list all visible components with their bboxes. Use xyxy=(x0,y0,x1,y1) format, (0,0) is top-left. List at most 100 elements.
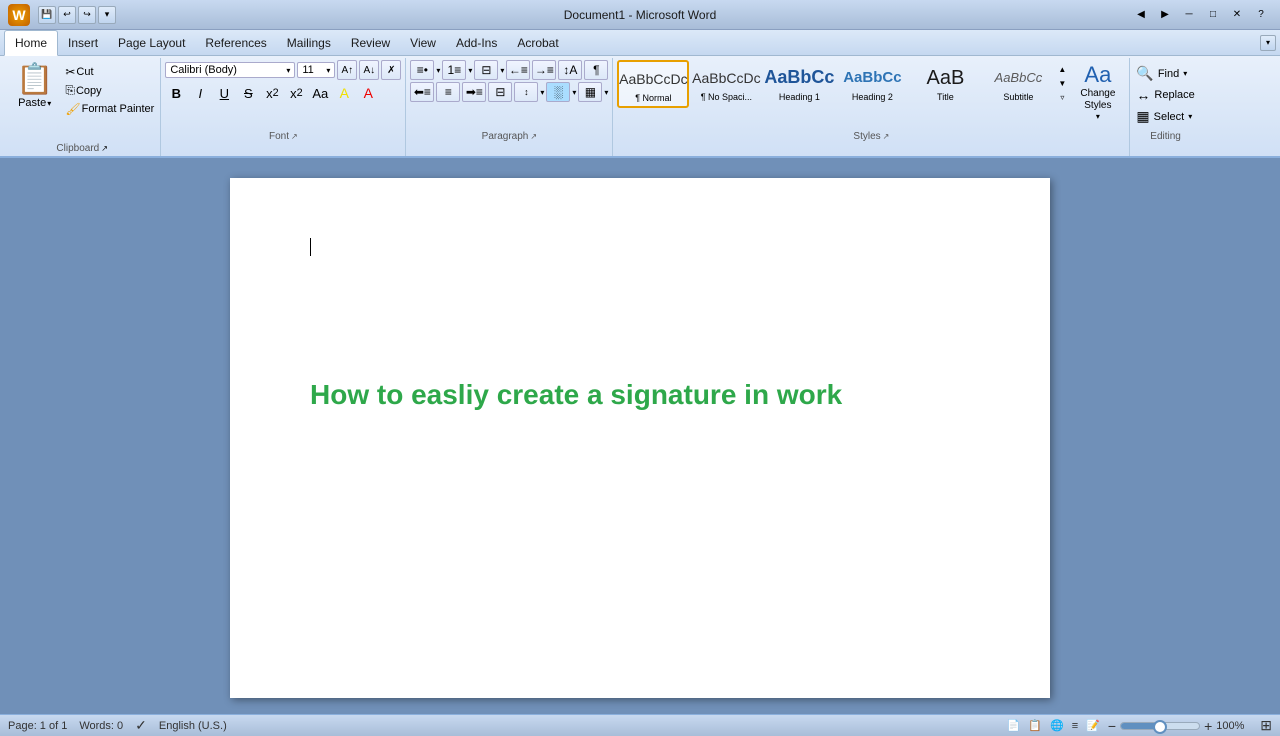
paste-button[interactable]: 📋 Paste ▾ xyxy=(8,60,61,111)
document-page[interactable]: How to easliy create a signature in work xyxy=(230,178,1050,698)
multilevel-dropdown[interactable]: ▾ xyxy=(500,66,504,75)
font-name-value: Calibri (Body) xyxy=(170,64,237,76)
decrease-indent-button[interactable]: ←≡ xyxy=(506,60,530,80)
styles-scroll-up[interactable]: ▲ xyxy=(1055,62,1069,76)
style-normal[interactable]: AaBbCcDc ¶ Normal xyxy=(617,60,689,108)
justify-button[interactable]: ⊟ xyxy=(488,82,512,102)
zoom-level[interactable]: 100% xyxy=(1216,720,1252,732)
style-normal-preview: AaBbCcDc xyxy=(619,65,687,93)
font-name-dropdown[interactable]: ▾ xyxy=(286,66,290,75)
spell-check-icon[interactable]: ✓ xyxy=(135,717,147,734)
font-size-selector[interactable]: 11 ▾ xyxy=(297,62,335,78)
view-outline-icon[interactable]: ≡ xyxy=(1072,720,1078,732)
style-title[interactable]: AaB Title xyxy=(909,60,981,106)
shading-dropdown[interactable]: ▾ xyxy=(572,88,576,97)
minimize-button[interactable]: ─ xyxy=(1178,7,1200,23)
style-subtitle[interactable]: AaBbCc Subtitle xyxy=(982,60,1054,106)
strikethrough-button[interactable]: S xyxy=(237,83,259,103)
clipboard-expand-icon[interactable]: ↗ xyxy=(101,144,108,153)
ribbon: 📋 Paste ▾ ✂ Cut ⎘ Copy 🖌 Format Painter xyxy=(0,56,1280,158)
style-heading1[interactable]: AaBbCc Heading 1 xyxy=(763,60,835,106)
menu-home[interactable]: Home xyxy=(4,30,58,56)
zoom-handle[interactable] xyxy=(1153,720,1167,734)
numbering-button[interactable]: 1≡ xyxy=(442,60,466,80)
replace-button[interactable]: ↔ Replace xyxy=(1134,86,1196,104)
maximize-button[interactable]: □ xyxy=(1202,7,1224,23)
borders-button[interactable]: ▦ xyxy=(578,82,602,102)
style-no-spacing[interactable]: AaBbCcDc ¶ No Spaci... xyxy=(690,60,762,106)
save-button[interactable]: 💾 xyxy=(38,6,56,24)
style-heading2[interactable]: AaBbCc Heading 2 xyxy=(836,60,908,106)
paragraph-row2: ⬅≡ ≡ ➡≡ ⊟ ↕ ▾ ░ ▾ ▦ ▾ xyxy=(410,82,608,102)
view-draft-icon[interactable]: 📝 xyxy=(1086,719,1100,732)
nav-left-button[interactable]: ◀ xyxy=(1130,7,1152,23)
select-button[interactable]: ▦ Select ▾ xyxy=(1134,107,1194,126)
align-left-button[interactable]: ⬅≡ xyxy=(410,82,434,102)
paste-dropdown-arrow[interactable]: ▾ xyxy=(47,99,51,108)
change-case-button[interactable]: Aa xyxy=(309,83,331,103)
numbering-dropdown[interactable]: ▾ xyxy=(468,66,472,75)
menu-insert[interactable]: Insert xyxy=(58,30,108,55)
align-center-button[interactable]: ≡ xyxy=(436,82,460,102)
word-help-button[interactable]: ? xyxy=(1250,7,1272,23)
close-button[interactable]: ✕ xyxy=(1226,7,1248,23)
styles-group-label-container: Styles ↗ xyxy=(617,129,1125,142)
increase-indent-button[interactable]: →≡ xyxy=(532,60,556,80)
menu-addins[interactable]: Add-Ins xyxy=(446,30,507,55)
clear-formatting-button[interactable]: ✗ xyxy=(381,60,401,80)
menu-references[interactable]: References xyxy=(195,30,276,55)
zoom-slider[interactable] xyxy=(1120,722,1200,730)
copy-button[interactable]: ⎘ Copy xyxy=(63,82,156,99)
font-color-button[interactable]: A xyxy=(357,83,379,103)
align-right-button[interactable]: ➡≡ xyxy=(462,82,486,102)
ribbon-toggle-button[interactable]: ▾ xyxy=(1260,35,1276,51)
nav-right-button[interactable]: ▶ xyxy=(1154,7,1176,23)
view-full-screen-icon[interactable]: 📋 xyxy=(1028,719,1042,732)
font-size-increase-button[interactable]: A↑ xyxy=(337,60,357,80)
view-web-icon[interactable]: 🌐 xyxy=(1050,719,1064,732)
styles-scroll-down[interactable]: ▼ xyxy=(1055,76,1069,90)
italic-button[interactable]: I xyxy=(189,83,211,103)
font-expand-icon[interactable]: ↗ xyxy=(291,132,298,141)
find-dropdown[interactable]: ▾ xyxy=(1183,69,1187,78)
styles-more[interactable]: ▿ xyxy=(1055,90,1069,104)
subscript-button[interactable]: x2 xyxy=(261,83,283,103)
zoom-in-button[interactable]: + xyxy=(1204,718,1212,734)
show-hide-button[interactable]: ¶ xyxy=(584,60,608,80)
bullets-button[interactable]: ≡• xyxy=(410,60,434,80)
font-name-selector[interactable]: Calibri (Body) ▾ xyxy=(165,62,295,78)
text-highlight-button[interactable]: A xyxy=(333,83,355,103)
multilevel-button[interactable]: ⊟ xyxy=(474,60,498,80)
find-button[interactable]: 🔍 Find ▾ xyxy=(1134,64,1189,83)
menu-page-layout[interactable]: Page Layout xyxy=(108,30,195,55)
cut-label: Cut xyxy=(76,66,93,78)
select-dropdown[interactable]: ▾ xyxy=(1188,112,1192,121)
font-size-dropdown[interactable]: ▾ xyxy=(326,66,330,75)
styles-expand-icon[interactable]: ↗ xyxy=(883,132,890,141)
view-normal-icon[interactable]: 📄 xyxy=(1007,719,1021,732)
bold-button[interactable]: B xyxy=(165,83,187,103)
fit-page-button[interactable]: ⊞ xyxy=(1260,717,1272,734)
zoom-out-button[interactable]: − xyxy=(1108,718,1116,734)
line-spacing-button[interactable]: ↕ xyxy=(514,82,538,102)
menu-mailings[interactable]: Mailings xyxy=(277,30,341,55)
borders-dropdown[interactable]: ▾ xyxy=(604,88,608,97)
superscript-button[interactable]: x2 xyxy=(285,83,307,103)
menu-review[interactable]: Review xyxy=(341,30,400,55)
paragraph-expand-icon[interactable]: ↗ xyxy=(530,132,537,141)
underline-button[interactable]: U xyxy=(213,83,235,103)
font-size-decrease-button[interactable]: A↓ xyxy=(359,60,379,80)
undo-button[interactable]: ↩ xyxy=(58,6,76,24)
cut-button[interactable]: ✂ Cut xyxy=(63,64,156,80)
shading-button[interactable]: ░ xyxy=(546,82,570,102)
bullets-dropdown[interactable]: ▾ xyxy=(436,66,440,75)
change-styles-button[interactable]: Aa ChangeStyles ▾ xyxy=(1070,60,1125,123)
change-styles-dropdown[interactable]: ▾ xyxy=(1096,112,1100,121)
sort-button[interactable]: ↕A xyxy=(558,60,582,80)
customize-qat-button[interactable]: ▾ xyxy=(98,6,116,24)
menu-view[interactable]: View xyxy=(400,30,446,55)
format-painter-button[interactable]: 🖌 Format Painter xyxy=(63,101,156,117)
menu-acrobat[interactable]: Acrobat xyxy=(507,30,568,55)
line-spacing-dropdown[interactable]: ▾ xyxy=(540,88,544,97)
redo-button[interactable]: ↪ xyxy=(78,6,96,24)
